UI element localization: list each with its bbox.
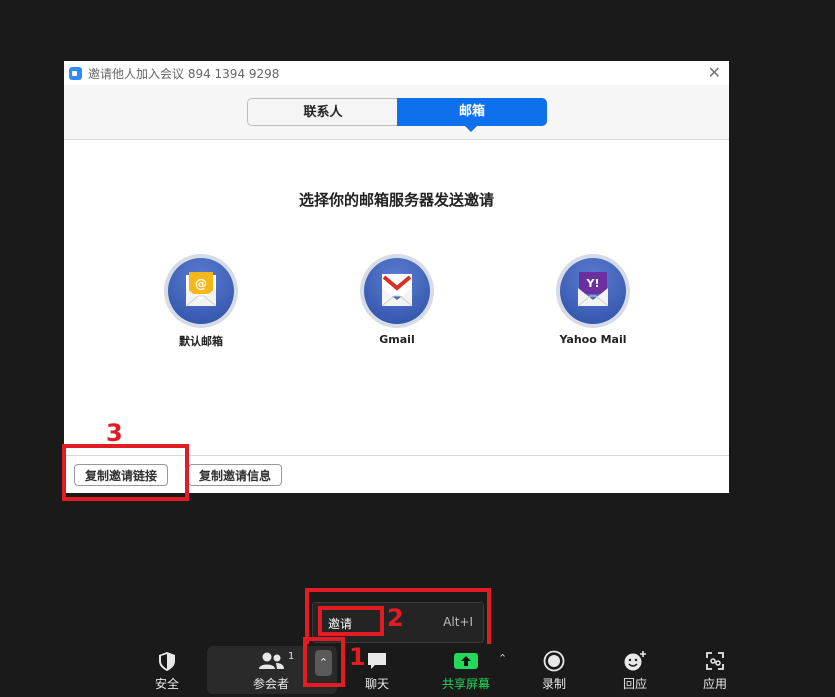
apps-label: 应用: [702, 677, 727, 691]
emoji-plus-icon: [600, 650, 670, 672]
yahoo-mail-label: Yahoo Mail: [559, 333, 627, 346]
chat-label: 聊天: [364, 677, 389, 691]
share-screen-icon: [431, 650, 501, 672]
tab-email[interactable]: 邮箱: [397, 98, 547, 126]
apps-button[interactable]: 应用: [680, 650, 750, 692]
share-options-caret[interactable]: ⌃: [498, 652, 507, 665]
svg-text:Y!: Y!: [586, 277, 600, 290]
share-screen-label: 共享屏幕: [441, 677, 490, 691]
reactions-label: 回应: [622, 677, 647, 691]
annotation-number-2: 2: [387, 604, 404, 632]
close-icon[interactable]: ✕: [708, 63, 721, 82]
yahoo-mail-option[interactable]: Y! Yahoo Mail: [538, 254, 648, 346]
tab-bar: 联系人 邮箱: [64, 85, 729, 140]
people-icon: [236, 650, 306, 672]
reactions-button[interactable]: 回应: [600, 650, 670, 692]
shield-icon: [132, 650, 202, 672]
gmail-label: Gmail: [379, 333, 415, 346]
record-label: 录制: [541, 677, 566, 691]
chat-icon: [342, 650, 412, 672]
default-mail-option[interactable]: @ 默认邮箱: [146, 254, 256, 349]
participants-count: 1: [288, 651, 295, 662]
default-mail-label: 默认邮箱: [179, 335, 223, 348]
record-icon: [519, 650, 589, 672]
email-prompt: 选择你的邮箱服务器发送邀请: [298, 191, 494, 209]
apps-icon: [680, 650, 750, 672]
participants-button[interactable]: 参会者: [236, 650, 306, 692]
annotation-box-2: [318, 606, 384, 636]
zoom-app-icon: [69, 67, 82, 80]
security-label: 安全: [154, 677, 179, 691]
gmail-icon: [360, 254, 434, 328]
annotation-number-3: 3: [106, 419, 123, 447]
gmail-option[interactable]: Gmail: [342, 254, 452, 346]
chat-button[interactable]: 聊天: [342, 650, 412, 692]
share-screen-button[interactable]: 共享屏幕: [431, 650, 501, 692]
participants-label: 参会者: [252, 677, 289, 691]
copy-invite-info-button[interactable]: 复制邀请信息: [188, 464, 283, 486]
yahoo-mail-icon: Y!: [556, 254, 630, 328]
annotation-box-1: [303, 637, 345, 687]
svg-text:@: @: [195, 277, 207, 291]
invite-dialog: 邀请他人加入会议 894 1394 9298 ✕ 联系人 邮箱 选择你的邮箱服务…: [64, 61, 729, 493]
tab-contacts[interactable]: 联系人: [247, 98, 398, 126]
security-button[interactable]: 安全: [132, 650, 202, 692]
record-button[interactable]: 录制: [519, 650, 589, 692]
annotation-box-3: [62, 444, 189, 501]
active-tab-pointer: [465, 126, 477, 132]
default-mail-icon: @: [164, 254, 238, 328]
title-bar: 邀请他人加入会议 894 1394 9298 ✕: [64, 61, 729, 85]
dialog-title: 邀请他人加入会议 894 1394 9298: [88, 67, 280, 81]
